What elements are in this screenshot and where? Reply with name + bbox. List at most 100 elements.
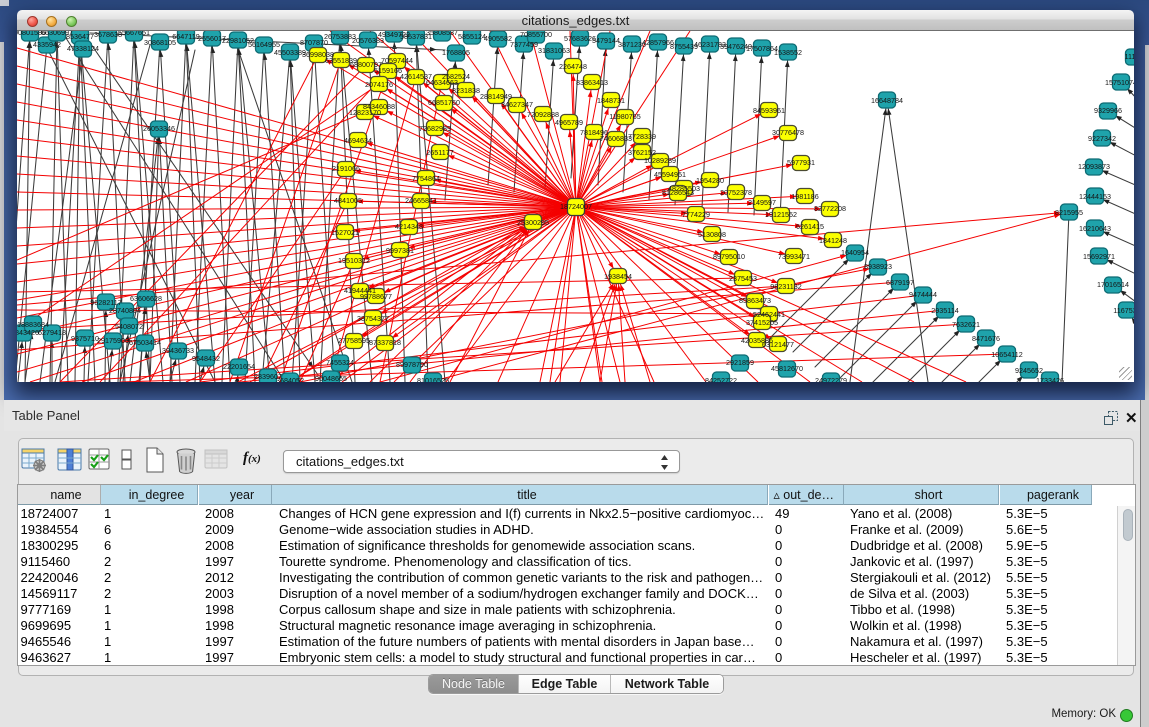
svg-text:19510312: 19510312 [338, 256, 370, 265]
svg-text:1640954: 1640954 [841, 248, 869, 257]
svg-text:3684052: 3684052 [276, 376, 304, 382]
svg-text:7728339: 7728339 [628, 132, 656, 141]
svg-text:7455324: 7455324 [326, 358, 354, 367]
svg-text:5159166: 5159166 [374, 66, 402, 75]
svg-text:19121552: 19121552 [765, 210, 797, 219]
svg-text:9329966: 9329966 [1094, 106, 1122, 115]
svg-text:38754377: 38754377 [357, 314, 389, 323]
svg-text:15692971: 15692971 [1083, 252, 1115, 261]
svg-text:6261415: 6261415 [796, 222, 824, 231]
svg-text:73993471: 73993471 [778, 252, 810, 261]
svg-text:30868105: 30868105 [144, 38, 176, 47]
svg-text:8231838: 8231838 [452, 86, 480, 95]
svg-text:45812670: 45812670 [771, 364, 803, 373]
svg-text:1954280: 1954280 [696, 176, 724, 185]
svg-text:8215955: 8215955 [1055, 208, 1083, 217]
svg-text:66851760: 66851760 [428, 98, 460, 107]
svg-text:70855700: 70855700 [520, 31, 552, 39]
svg-text:26053346: 26053346 [143, 124, 175, 133]
svg-text:4905582: 4905582 [484, 34, 512, 43]
svg-text:90048665: 90048665 [315, 374, 347, 382]
svg-text:55667651: 55667651 [118, 31, 150, 37]
svg-text:2651177: 2651177 [426, 148, 453, 157]
svg-text:87337818: 87337818 [369, 338, 401, 347]
svg-text:63843426: 63843426 [17, 328, 39, 337]
svg-text:9474444: 9474444 [909, 290, 937, 299]
svg-text:4841005: 4841005 [334, 196, 362, 205]
svg-text:9375710: 9375710 [71, 334, 99, 343]
svg-text:5479144: 5479144 [592, 36, 620, 45]
svg-text:84252722: 84252722 [705, 376, 737, 382]
svg-text:8536477: 8536477 [66, 32, 94, 41]
svg-text:4694634: 4694634 [344, 136, 372, 145]
svg-text:9245652: 9245652 [1015, 366, 1043, 375]
svg-text:10289289: 10289289 [644, 156, 676, 165]
svg-text:89978790: 89978790 [396, 360, 428, 369]
svg-text:2149597: 2149597 [748, 198, 776, 207]
svg-text:17016514: 17016514 [1097, 280, 1129, 289]
svg-text:24665841: 24665841 [405, 196, 437, 205]
svg-text:8471676: 8471676 [972, 334, 1000, 343]
svg-text:28740864: 28740864 [109, 306, 141, 315]
svg-text:10654112: 10654112 [991, 350, 1022, 359]
svg-text:20752378: 20752378 [720, 188, 752, 197]
svg-text:6879197: 6879197 [886, 278, 914, 287]
svg-text:2921859: 2921859 [726, 358, 754, 367]
svg-text:72682989: 72682989 [419, 124, 451, 133]
svg-text:2935114: 2935114 [931, 306, 958, 315]
svg-text:27758595: 27758595 [338, 336, 370, 345]
svg-text:39436733: 39436733 [162, 346, 194, 355]
svg-text:1841248: 1841248 [819, 236, 847, 245]
svg-text:1527021: 1527021 [331, 228, 359, 237]
svg-text:9997381: 9997381 [386, 246, 414, 255]
svg-text:11122: 11122 [1125, 52, 1134, 61]
svg-text:63606628: 63606628 [130, 294, 162, 303]
svg-text:84346088: 84346088 [363, 102, 395, 111]
svg-text:9548432: 9548432 [192, 354, 220, 363]
svg-text:1848731: 1848731 [597, 96, 625, 105]
svg-text:1768805: 1768805 [442, 48, 470, 57]
svg-text:34627347: 34627347 [501, 100, 533, 109]
svg-text:5855124: 5855124 [458, 32, 486, 41]
svg-text:2264748: 2264748 [559, 62, 587, 71]
svg-text:9227342: 9227342 [1088, 134, 1116, 143]
svg-text:81016525: 81016525 [417, 376, 449, 382]
svg-text:81286543: 81286543 [662, 188, 694, 197]
svg-text:4965789: 4965789 [555, 118, 583, 127]
svg-text:1733426: 1733426 [1036, 376, 1064, 382]
svg-text:83863413: 83863413 [576, 78, 608, 87]
svg-text:1938454: 1938454 [604, 272, 632, 281]
svg-text:18724007: 18724007 [560, 202, 592, 211]
svg-text:12093873: 12093873 [1078, 162, 1110, 171]
svg-text:37415205: 37415205 [746, 318, 778, 327]
svg-text:63121477: 63121477 [762, 340, 794, 349]
svg-text:7754864: 7754864 [412, 174, 440, 183]
svg-text:67503414: 67503414 [129, 338, 161, 347]
svg-text:84593961: 84593961 [753, 106, 785, 115]
svg-text:2074176: 2074176 [365, 80, 393, 89]
svg-text:4214348: 4214348 [395, 222, 423, 231]
svg-text:82772208: 82772208 [814, 204, 846, 213]
svg-text:47338124: 47338124 [67, 44, 99, 53]
svg-text:85863473: 85863473 [739, 296, 771, 305]
svg-text:99788677: 99788677 [360, 292, 392, 301]
svg-text:4335942: 4335942 [33, 40, 61, 49]
svg-text:11980765: 11980765 [609, 112, 640, 121]
svg-text:5408072: 5408072 [115, 322, 143, 331]
svg-text:1167533: 1167533 [1113, 306, 1134, 315]
svg-text:24972279: 24972279 [815, 376, 847, 382]
svg-text:2375453: 2375453 [729, 274, 757, 283]
svg-text:7632621: 7632621 [952, 320, 980, 329]
svg-text:8938923: 8938923 [864, 262, 892, 271]
svg-text:6647119: 6647119 [172, 32, 199, 41]
svg-text:7774229: 7774229 [682, 210, 710, 219]
svg-text:30776478: 30776478 [772, 128, 804, 137]
svg-text:7377459: 7377459 [510, 40, 538, 49]
svg-text:5130808: 5130808 [698, 230, 726, 239]
svg-text:31831063: 31831063 [538, 46, 570, 55]
svg-text:98231132: 98231132 [770, 282, 801, 291]
svg-text:1538552: 1538552 [774, 48, 802, 57]
svg-text:16210643: 16210643 [1079, 224, 1111, 233]
svg-text:89795010: 89795010 [713, 252, 745, 261]
svg-text:35808537: 35808537 [426, 31, 458, 37]
